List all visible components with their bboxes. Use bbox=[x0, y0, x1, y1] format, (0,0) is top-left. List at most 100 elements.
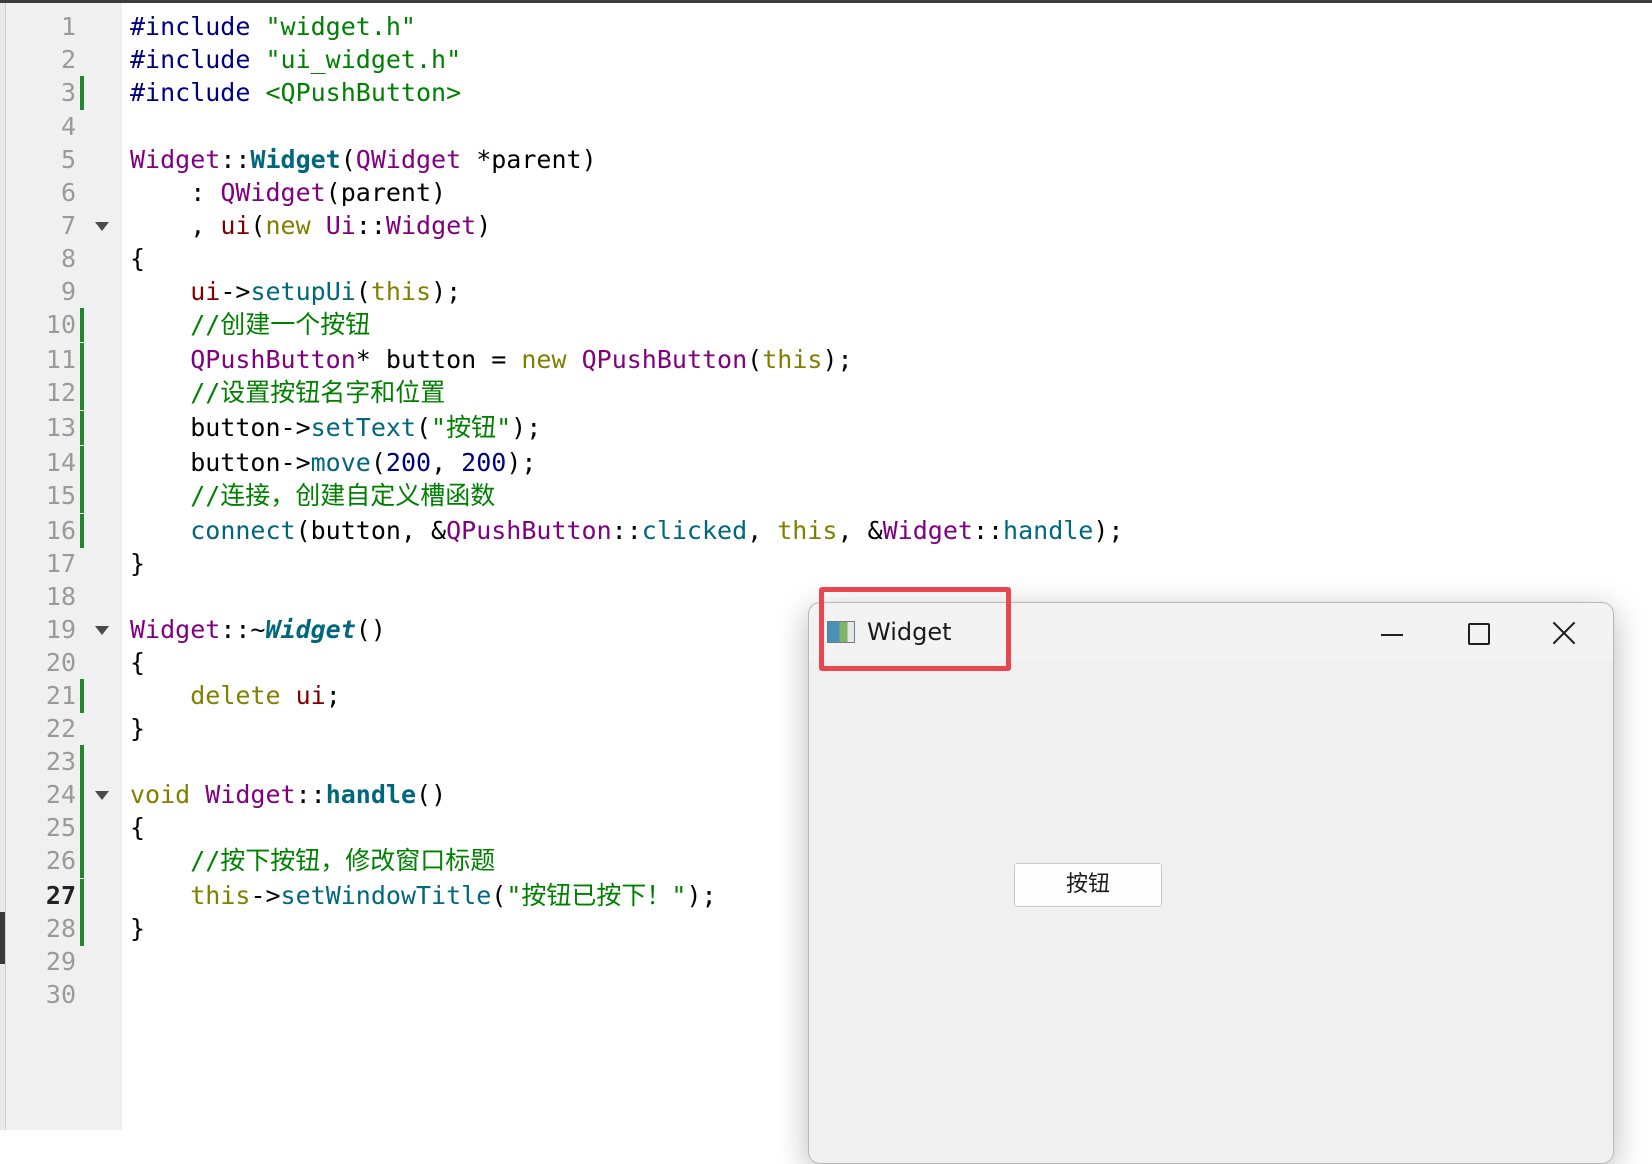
maximize-button[interactable] bbox=[1435, 607, 1521, 657]
fold-arrow-icon[interactable] bbox=[95, 791, 109, 800]
line-number: 21 bbox=[45, 681, 76, 710]
change-marker bbox=[80, 376, 84, 410]
code-token: ::~ bbox=[220, 615, 266, 644]
fold-arrow-icon[interactable] bbox=[95, 626, 109, 635]
code-line-text[interactable]: Widget::~Widget() bbox=[130, 613, 386, 647]
code-line[interactable]: 6 : QWidget(parent) bbox=[0, 176, 1652, 210]
code-token: ); bbox=[511, 413, 542, 442]
code-token: setWindowTitle bbox=[280, 881, 492, 910]
code-line-text[interactable]: ui->setupUi(this); bbox=[130, 275, 461, 309]
code-token: ( bbox=[250, 211, 266, 240]
code-line-text[interactable]: , ui(new Ui::Widget) bbox=[130, 209, 491, 243]
code-token: () bbox=[355, 615, 386, 644]
code-token: connect bbox=[190, 516, 296, 545]
code-line-text[interactable]: button->move(200, 200); bbox=[130, 446, 536, 480]
code-line-text[interactable]: void Widget::handle() bbox=[130, 778, 446, 812]
code-line-text[interactable]: { bbox=[130, 646, 145, 680]
line-number: 14 bbox=[45, 448, 76, 477]
code-token: ui bbox=[190, 277, 221, 306]
code-line-text[interactable]: //按下按钮，修改窗口标题 bbox=[130, 844, 495, 878]
code-line-text[interactable]: { bbox=[130, 242, 145, 276]
code-token: this bbox=[370, 277, 432, 306]
code-token: } bbox=[130, 714, 146, 743]
code-token: , bbox=[431, 448, 462, 477]
code-token: this bbox=[777, 516, 838, 545]
code-token: } bbox=[130, 549, 146, 578]
code-token: "按钮已按下！" bbox=[506, 881, 687, 910]
line-number: 29 bbox=[45, 947, 76, 976]
widget-window[interactable]: Widget 按钮 bbox=[808, 602, 1614, 1164]
code-line[interactable]: 16 connect(button, &QPushButton::clicked… bbox=[0, 514, 1652, 548]
code-line-text[interactable]: } bbox=[130, 912, 145, 946]
code-line[interactable]: 9 ui->setupUi(this); bbox=[0, 275, 1652, 309]
code-line[interactable]: 8{ bbox=[0, 242, 1652, 276]
code-line[interactable]: 15 //连接，创建自定义槽函数 bbox=[0, 479, 1652, 513]
code-token: <QPushButton> bbox=[265, 78, 462, 107]
change-marker bbox=[80, 912, 84, 946]
code-line-text[interactable]: #include "widget.h" bbox=[130, 10, 416, 44]
line-number: 25 bbox=[45, 813, 76, 842]
code-line-text[interactable]: Widget::Widget(QWidget *parent) bbox=[130, 143, 597, 177]
code-line[interactable]: 17} bbox=[0, 547, 1652, 581]
code-token: //设置按钮名字和位置 bbox=[130, 378, 446, 407]
code-line-text[interactable]: #include <QPushButton> bbox=[130, 76, 461, 110]
code-line[interactable]: 13 button->setText("按钮"); bbox=[0, 411, 1652, 445]
code-line[interactable]: 1 #include "widget.h" bbox=[0, 10, 1652, 44]
code-token: :: bbox=[611, 516, 642, 545]
code-token: Widget bbox=[882, 516, 973, 545]
code-line-text[interactable]: this->setWindowTitle("按钮已按下！"); bbox=[130, 879, 716, 913]
code-line[interactable]: 3 #include <QPushButton> bbox=[0, 76, 1652, 110]
code-token: () bbox=[416, 780, 447, 809]
change-marker bbox=[80, 343, 84, 377]
code-line-text[interactable]: } bbox=[130, 547, 145, 581]
code-line[interactable]: 12 //设置按钮名字和位置 bbox=[0, 376, 1652, 410]
close-button[interactable] bbox=[1521, 607, 1607, 657]
line-number: 26 bbox=[45, 846, 76, 875]
code-line[interactable]: 14 button->move(200, 200); bbox=[0, 446, 1652, 480]
code-line-text[interactable]: : QWidget(parent) bbox=[130, 176, 446, 210]
code-line[interactable]: 5 Widget::Widget(QWidget *parent) bbox=[0, 143, 1652, 177]
change-marker bbox=[80, 411, 84, 445]
code-token: , bbox=[747, 516, 778, 545]
code-line[interactable]: 11 QPushButton* button = new QPushButton… bbox=[0, 343, 1652, 377]
minimize-button[interactable] bbox=[1349, 607, 1435, 657]
code-token: Widget bbox=[130, 615, 221, 644]
line-number: 5 bbox=[60, 145, 76, 174]
code-line-text[interactable]: //设置按钮名字和位置 bbox=[130, 376, 445, 410]
code-token: "按钮" bbox=[431, 413, 512, 442]
code-line-text[interactable]: //连接，创建自定义槽函数 bbox=[130, 479, 495, 513]
code-line-text[interactable]: QPushButton* button = new QPushButton(th… bbox=[130, 343, 852, 377]
code-token: Widget bbox=[250, 145, 341, 174]
push-button[interactable]: 按钮 bbox=[1014, 863, 1162, 907]
code-line-text[interactable]: { bbox=[130, 811, 145, 845]
line-number: 22 bbox=[45, 714, 76, 743]
code-line-text[interactable]: //创建一个按钮 bbox=[130, 308, 370, 342]
line-number: 4 bbox=[60, 112, 76, 141]
fold-arrow-icon[interactable] bbox=[95, 222, 109, 231]
code-token: new bbox=[521, 345, 567, 374]
code-line[interactable]: 10 //创建一个按钮 bbox=[0, 308, 1652, 342]
change-marker bbox=[80, 308, 84, 342]
line-number: 19 bbox=[45, 615, 76, 644]
code-token: ); bbox=[431, 277, 462, 306]
code-line-text[interactable]: delete ui; bbox=[130, 679, 341, 713]
code-line-text[interactable]: button->setText("按钮"); bbox=[130, 411, 541, 445]
code-line[interactable]: 4 bbox=[0, 110, 1652, 144]
line-number: 12 bbox=[45, 378, 76, 407]
code-token: , & bbox=[837, 516, 883, 545]
code-line[interactable]: 7 , ui(new Ui::Widget) bbox=[0, 209, 1652, 243]
code-line-text[interactable]: connect(button, &QPushButton::clicked, t… bbox=[130, 514, 1123, 548]
code-line[interactable]: 2 #include "ui_widget.h" bbox=[0, 43, 1652, 77]
code-token: //创建一个按钮 bbox=[130, 310, 371, 339]
code-line-text[interactable]: } bbox=[130, 712, 145, 746]
code-token: this bbox=[190, 881, 251, 910]
code-token: #include bbox=[130, 78, 266, 107]
code-token: ( bbox=[747, 345, 763, 374]
code-token: ui bbox=[220, 211, 251, 240]
code-line-text[interactable]: #include "ui_widget.h" bbox=[130, 43, 461, 77]
code-token: setText bbox=[310, 413, 416, 442]
